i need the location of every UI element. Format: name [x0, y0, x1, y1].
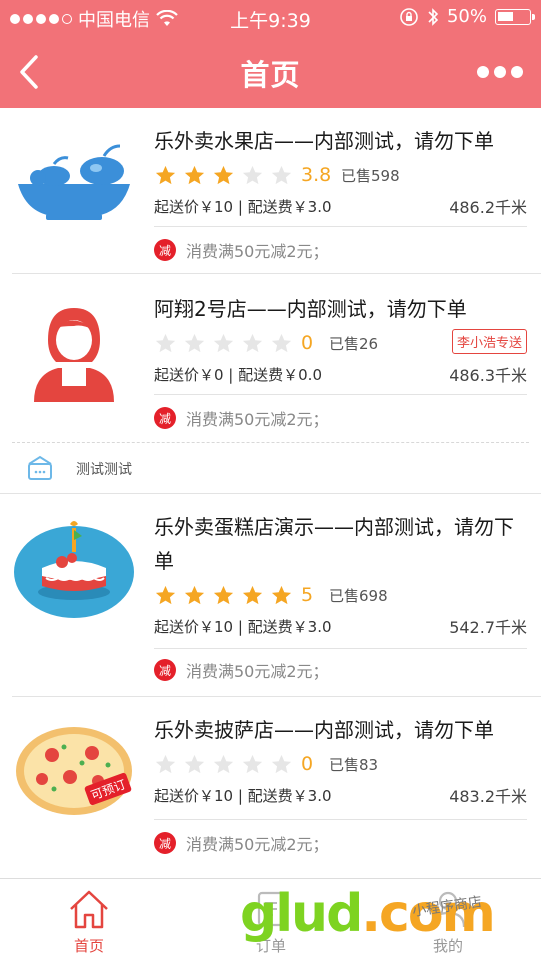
watermark-text: glud	[240, 884, 363, 944]
price-row: 起送价￥10 | 配送费￥3.0 483.2千米	[154, 781, 527, 809]
distance: 542.7千米	[449, 618, 527, 637]
price-info: 起送价￥10 | 配送费￥3.0	[154, 197, 332, 216]
discount-icon: 减	[154, 407, 176, 429]
divider	[154, 394, 527, 395]
promo-row: 减 消费满50元减2元；	[154, 658, 329, 682]
rating-stars	[154, 164, 293, 187]
star-filled-icon	[213, 585, 234, 604]
promo-row: 减 消费满50元减2元；	[154, 238, 329, 262]
discount-icon: 减	[154, 832, 176, 854]
status-bar: 中国电信 上午9:39 50%	[0, 0, 541, 36]
star-empty-icon	[213, 754, 234, 773]
price-row: 起送价￥10 | 配送费￥3.0 542.7千米	[154, 612, 527, 640]
star-filled-icon	[213, 165, 234, 184]
shop-item[interactable]: 乐外卖水果店——内部测试，请勿下单 3.8 已售598 起送价￥10 | 配送费…	[0, 108, 541, 274]
tab-home-label: 首页	[73, 937, 104, 955]
promo-text: 消费满50元减2元；	[186, 242, 329, 261]
promo-text: 消费满50元减2元；	[186, 410, 329, 429]
star-empty-icon	[155, 754, 176, 773]
sold-count: 已售598	[341, 166, 400, 185]
battery-icon	[495, 8, 535, 25]
delivery-badge: 李小浩专送	[451, 329, 527, 354]
promo-row: 减 消费满50元减2元；	[154, 406, 329, 430]
shop-info: 阿翔2号店——内部测试，请勿下单 0 已售26 李小浩专送 起送价￥0 | 配送…	[154, 292, 527, 388]
star-filled-icon	[155, 585, 176, 604]
discount-icon: 减	[154, 659, 176, 681]
distance: 486.3千米	[449, 366, 527, 385]
star-empty-icon	[184, 754, 205, 773]
dashed-divider	[12, 442, 529, 443]
price-info: 起送价￥10 | 配送费￥3.0	[154, 617, 332, 636]
tab-home[interactable]: 首页	[29, 885, 149, 956]
discount-icon: 减	[154, 239, 176, 261]
nav-bar: 首页	[0, 36, 541, 108]
rating-score: 0	[301, 753, 314, 775]
cake-logo	[14, 521, 134, 618]
header: 中国电信 上午9:39 50% 首页	[0, 0, 541, 108]
rating-score: 0	[301, 332, 314, 354]
shop-name: 阿翔2号店——内部测试，请勿下单	[154, 297, 467, 321]
price-info: 起送价￥10 | 配送费￥3.0	[154, 786, 332, 805]
star-empty-icon	[271, 333, 292, 352]
divider	[154, 648, 527, 649]
shop-name: 乐外卖披萨店——内部测试，请勿下单	[154, 718, 494, 742]
shop-rating: 0 已售26 李小浩专送	[154, 326, 527, 360]
shop-item[interactable]: 乐外卖蛋糕店演示——内部测试，请勿下单 5 已售698 起送价￥10 | 配送费…	[0, 494, 541, 696]
price-row: 起送价￥0 | 配送费￥0.0 486.3千米	[154, 360, 527, 388]
distance: 483.2千米	[449, 787, 527, 806]
shop-rating: 0 已售83	[154, 747, 527, 781]
rotation-lock-icon	[400, 7, 418, 26]
star-empty-icon	[271, 165, 292, 184]
shop-name: 乐外卖水果店——内部测试，请勿下单	[154, 129, 494, 153]
rating-stars	[154, 584, 293, 607]
shop-info: 乐外卖水果店——内部测试，请勿下单 3.8 已售598 起送价￥10 | 配送费…	[154, 124, 527, 220]
more-button[interactable]	[477, 66, 523, 78]
divider	[154, 226, 527, 227]
star-empty-icon	[271, 754, 292, 773]
distance: 486.2千米	[449, 198, 527, 217]
person-avatar-logo	[34, 308, 114, 402]
sold-count: 已售83	[329, 755, 379, 774]
shop-item[interactable]: 可预订 乐外卖披萨店——内部测试，请勿下单 0 已售83 起送价￥10 | 配送…	[0, 697, 541, 867]
star-filled-icon	[271, 585, 292, 604]
shop-name: 乐外卖蛋糕店演示——内部测试，请勿下单	[154, 515, 514, 573]
bluetooth-icon	[428, 7, 439, 26]
star-filled-icon	[242, 585, 263, 604]
star-empty-icon	[242, 165, 263, 184]
store-icon	[28, 455, 52, 480]
fruit-bowl-logo	[18, 144, 130, 220]
shop-rating: 5 已售698	[154, 578, 527, 612]
price-row: 起送价￥10 | 配送费￥3.0 486.2千米	[154, 192, 527, 220]
divider	[154, 819, 527, 820]
star-empty-icon	[242, 333, 263, 352]
star-filled-icon	[184, 165, 205, 184]
sold-count: 已售26	[329, 334, 379, 353]
shop-info: 乐外卖披萨店——内部测试，请勿下单 0 已售83 起送价￥10 | 配送费￥3.…	[154, 713, 527, 809]
shop-item[interactable]: 阿翔2号店——内部测试，请勿下单 0 已售26 李小浩专送 起送价￥0 | 配送…	[0, 274, 541, 442]
pizza-logo: 可预订	[16, 727, 132, 815]
status-right: 50%	[399, 6, 535, 27]
shop-rating: 3.8 已售598	[154, 158, 527, 192]
group-header[interactable]: 测试测试	[0, 442, 541, 494]
star-empty-icon	[155, 333, 176, 352]
rating-score: 3.8	[301, 164, 332, 186]
group-label: 测试测试	[76, 462, 132, 478]
sold-count: 已售698	[329, 586, 388, 605]
page-title: 首页	[240, 58, 301, 92]
promo-text: 消费满50元减2元；	[186, 662, 329, 681]
rating-score: 5	[301, 584, 314, 606]
star-empty-icon	[242, 754, 263, 773]
promo-text: 消费满50元减2元；	[186, 835, 329, 854]
rating-stars	[154, 332, 293, 355]
star-empty-icon	[184, 333, 205, 352]
home-icon	[70, 890, 108, 929]
rating-stars	[154, 753, 293, 776]
star-filled-icon	[155, 165, 176, 184]
shop-info: 乐外卖蛋糕店演示——内部测试，请勿下单 5 已售698 起送价￥10 | 配送费…	[154, 510, 527, 640]
promo-row: 减 消费满50元减2元；	[154, 831, 329, 855]
price-info: 起送价￥0 | 配送费￥0.0	[154, 365, 322, 384]
battery-percent: 50%	[446, 6, 487, 27]
star-filled-icon	[184, 585, 205, 604]
star-empty-icon	[213, 333, 234, 352]
